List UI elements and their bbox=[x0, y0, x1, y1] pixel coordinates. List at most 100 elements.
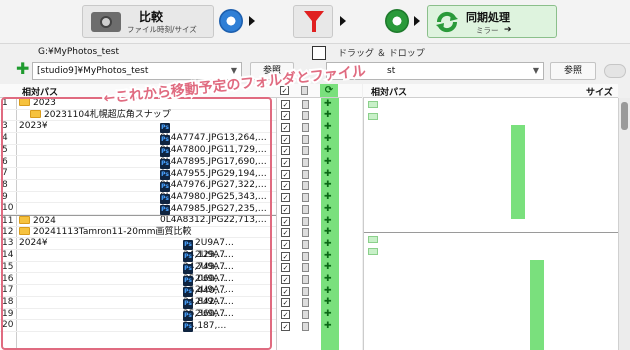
compare-button[interactable]: 比較 ファイル時刻/サイズ bbox=[82, 5, 214, 38]
sync-settings-icon[interactable] bbox=[385, 9, 409, 33]
file-row[interactable]: 20231104札幌超広角スナップ bbox=[0, 109, 276, 122]
copy-action-icon[interactable]: ✚ bbox=[324, 134, 335, 144]
row-number: 4 bbox=[2, 133, 8, 144]
file-status-icon bbox=[302, 134, 309, 144]
row-checkbox[interactable]: ✓ bbox=[281, 122, 290, 132]
sync-button[interactable]: 同期処理 ミラー ➔ bbox=[427, 5, 557, 38]
file-row[interactable]: 6 Ps0L4A7955.JPG29,194,… bbox=[0, 157, 276, 179]
row-checkbox[interactable]: ✓ bbox=[281, 263, 290, 273]
row-checkbox[interactable]: ✓ bbox=[281, 321, 290, 331]
vertical-scrollbar[interactable] bbox=[618, 98, 630, 350]
left-browse-button[interactable]: 参照 bbox=[250, 62, 294, 80]
copy-action-icon[interactable]: ✚ bbox=[324, 169, 335, 179]
copy-action-icon[interactable]: ✚ bbox=[324, 298, 335, 307]
copy-action-icon[interactable]: ✚ bbox=[324, 263, 335, 272]
row-checkbox[interactable]: ✓ bbox=[281, 216, 290, 226]
row-checkbox[interactable]: ✓ bbox=[281, 251, 290, 261]
copy-action-icon[interactable]: ✚ bbox=[324, 239, 335, 249]
sync-dropdown-arrow[interactable] bbox=[414, 16, 420, 26]
file-row[interactable]: 19 Ps 2U9A7…34,187,… bbox=[0, 309, 276, 331]
drag-drop-label: ドラッグ ＆ ドロップ bbox=[338, 49, 425, 59]
right-browse-button[interactable]: 参照 bbox=[550, 62, 596, 80]
file-status-icon bbox=[302, 193, 309, 203]
row-checkbox[interactable]: ✓ bbox=[281, 286, 290, 296]
copy-action-icon[interactable]: ✚ bbox=[324, 286, 335, 296]
row-checkbox[interactable]: ✓ bbox=[281, 228, 290, 238]
copy-action-icon[interactable]: ✚ bbox=[324, 181, 335, 190]
right-path-combo[interactable]: st ▼ bbox=[326, 62, 544, 80]
compare-dropdown-arrow[interactable] bbox=[249, 16, 255, 26]
row-checkbox[interactable]: ✓ bbox=[281, 193, 290, 203]
file-status-icon bbox=[302, 239, 309, 249]
file-status-icon bbox=[302, 298, 309, 308]
file-row[interactable]: 1 2023 bbox=[0, 98, 276, 110]
copy-action-icon[interactable]: ✚ bbox=[324, 310, 335, 319]
copy-action-icon[interactable]: ✚ bbox=[324, 146, 335, 155]
right-header: 相対パス サイズ bbox=[363, 84, 618, 98]
copy-action-icon[interactable]: ✚ bbox=[324, 275, 335, 284]
copy-action-icon[interactable]: ✚ bbox=[324, 251, 335, 261]
header-checkbox[interactable]: ✓ bbox=[280, 86, 289, 95]
row-checkbox[interactable]: ✓ bbox=[281, 111, 290, 121]
left-path-combo[interactable]: [studio9]¥MyPhotos_test ▼ bbox=[32, 62, 242, 80]
copy-action-icon[interactable]: ✚ bbox=[324, 111, 335, 120]
file-row[interactable]: 7 Ps0L4A7976.JPG27,322,… bbox=[0, 168, 276, 190]
folder-name: 20241113Tamron11-20mm画質比較 bbox=[33, 226, 192, 237]
file-row[interactable]: 3 2023¥ Ps0L4A7747.JPG13,264,… bbox=[0, 121, 276, 143]
copy-action-icon[interactable]: ✚ bbox=[324, 122, 335, 132]
compare-label: 比較 bbox=[139, 10, 164, 24]
row-checkbox[interactable]: ✓ bbox=[281, 204, 290, 214]
file-row[interactable]: 11 2024 bbox=[0, 215, 276, 227]
copy-action-icon[interactable]: ✚ bbox=[324, 321, 335, 331]
row-number: 20 bbox=[2, 320, 14, 331]
file-row[interactable]: 15 Ps 2U9A7…35,060,… bbox=[0, 261, 276, 284]
copy-action-icon[interactable]: ✚ bbox=[324, 216, 335, 226]
swap-icon[interactable] bbox=[312, 46, 326, 60]
photoshop-file-icon: Ps bbox=[183, 252, 193, 263]
row-checkbox[interactable]: ✓ bbox=[281, 158, 290, 167]
row-checkbox[interactable]: ✓ bbox=[281, 181, 290, 191]
file-row[interactable]: 13 2024¥ Ps 2U9A7…34,129,… bbox=[0, 238, 276, 260]
add-folder-icon[interactable]: ✚ bbox=[16, 61, 30, 77]
file-row[interactable]: 20 Ps bbox=[0, 320, 276, 333]
left-file-list[interactable]: 1 2023 20231104札幌超広角スナップ 3 2023¥ Ps0L4A7747.J… bbox=[0, 98, 276, 350]
row-checkbox[interactable]: ✓ bbox=[281, 310, 290, 320]
copy-action-icon[interactable]: ✚ bbox=[324, 228, 335, 237]
row-number: 8 bbox=[2, 179, 8, 190]
path-prefix: 2023¥ bbox=[19, 121, 48, 132]
copy-action-icon[interactable]: ✚ bbox=[324, 158, 335, 167]
row-checkbox[interactable]: ✓ bbox=[281, 298, 290, 308]
cloud-icon[interactable] bbox=[604, 64, 626, 78]
row-number: 17 bbox=[2, 285, 14, 296]
copy-action-icon[interactable]: ✚ bbox=[324, 193, 335, 202]
copy-action-icon[interactable]: ✚ bbox=[324, 99, 335, 109]
compare-settings-icon[interactable] bbox=[219, 9, 243, 33]
row-checkbox[interactable]: ✓ bbox=[281, 275, 290, 284]
copy-action-icon[interactable]: ✚ bbox=[324, 204, 335, 214]
file-row[interactable]: 9 Ps0L4A7985.JPG27,235,… bbox=[0, 192, 276, 214]
file-row[interactable]: 4 Ps0L4A7800.JPG11,729,… bbox=[0, 133, 276, 155]
file-row[interactable]: 12 20241113Tamron11-20mm画質比較 bbox=[0, 226, 276, 239]
file-row[interactable]: 14 Ps 2U9A7…24,749,… bbox=[0, 250, 276, 272]
photoshop-file-icon: Ps bbox=[160, 170, 170, 181]
row-checkbox[interactable]: ✓ bbox=[281, 134, 290, 144]
photoshop-file-icon: Ps bbox=[160, 146, 170, 157]
row-checkbox[interactable]: ✓ bbox=[281, 146, 290, 156]
file-status-icon bbox=[302, 286, 309, 296]
file-row[interactable]: 10 Ps0L4A8312.JPG22,713,… bbox=[0, 203, 276, 225]
file-row[interactable]: 17 Ps 2U9A7…34,842,… bbox=[0, 285, 276, 307]
row-checkbox[interactable]: ✓ bbox=[281, 169, 290, 179]
row-number: 15 bbox=[2, 261, 14, 272]
filter-button[interactable] bbox=[293, 5, 333, 38]
right-file-list[interactable] bbox=[363, 98, 619, 350]
file-status-icon bbox=[302, 310, 309, 320]
row-checkbox[interactable]: ✓ bbox=[281, 239, 290, 249]
filter-dropdown-arrow[interactable] bbox=[340, 16, 346, 26]
file-row[interactable]: 8 Ps0L4A7980.JPG25,343,… bbox=[0, 179, 276, 202]
row-checkbox[interactable]: ✓ bbox=[281, 99, 290, 109]
folder-name: 2024 bbox=[33, 216, 56, 226]
file-row[interactable]: 16 Ps 2U9A7…25,440,… bbox=[0, 274, 276, 296]
scrollbar-thumb[interactable] bbox=[621, 102, 628, 130]
file-row[interactable]: 5 Ps0L4A7895.JPG17,690,… bbox=[0, 145, 276, 167]
file-row[interactable]: 18 Ps 2U9A7…25,360,… bbox=[0, 297, 276, 319]
